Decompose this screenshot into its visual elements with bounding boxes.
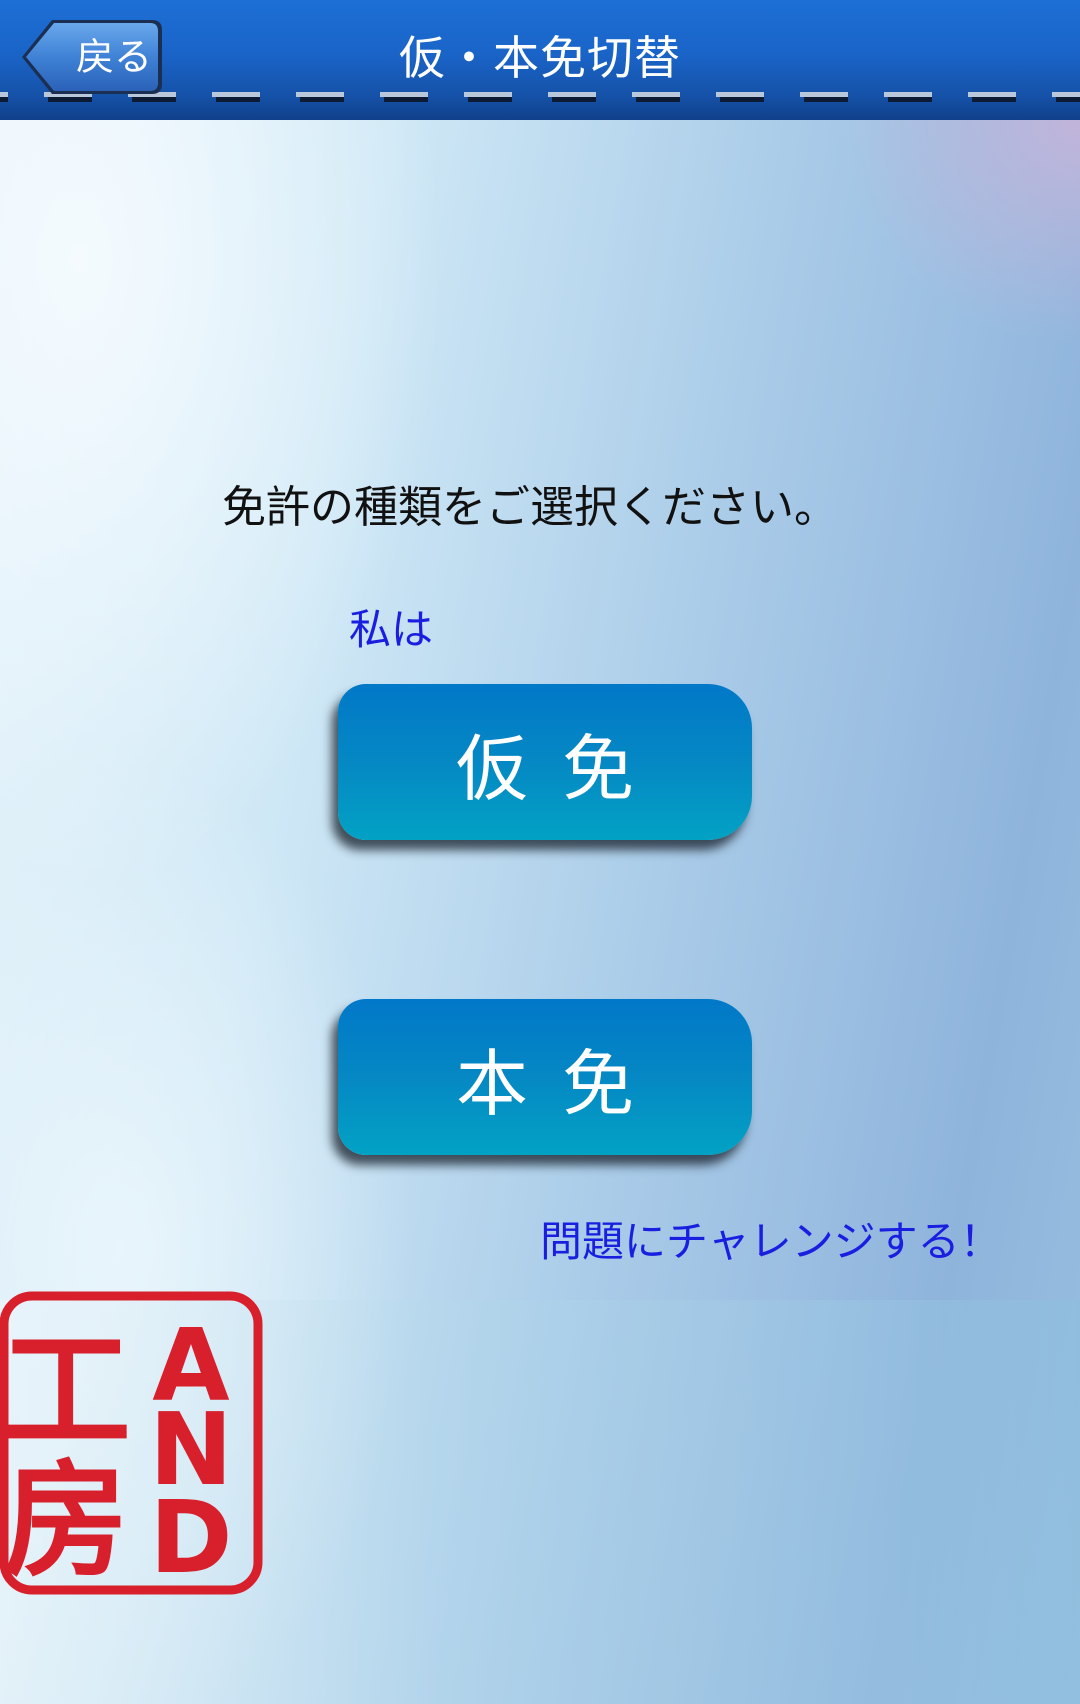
kobo-and-logo-stamp: 工 房 A N D [0,1291,263,1596]
header-stitch-shadow [0,97,1080,103]
stamp-char-ko: 工 [1,1315,131,1467]
subject-label: 私は [349,605,434,654]
stamp-char-bo: 房 [4,1449,129,1594]
provisional-license-label: 仮免 [455,726,668,811]
challenge-text: 問題にチャレンジする！ [540,1217,1002,1266]
selection-prompt: 免許の種類をご選択ください。 [222,482,838,533]
provisional-license-button[interactable]: 仮免 [338,684,752,840]
navigation-bar: 戻る 仮・本免切替 [0,0,1080,120]
full-license-label: 本免 [455,1041,668,1126]
stamp-char-d: D [149,1479,232,1596]
page-title: 仮・本免切替 [399,31,681,85]
full-license-button[interactable]: 本免 [338,999,752,1155]
